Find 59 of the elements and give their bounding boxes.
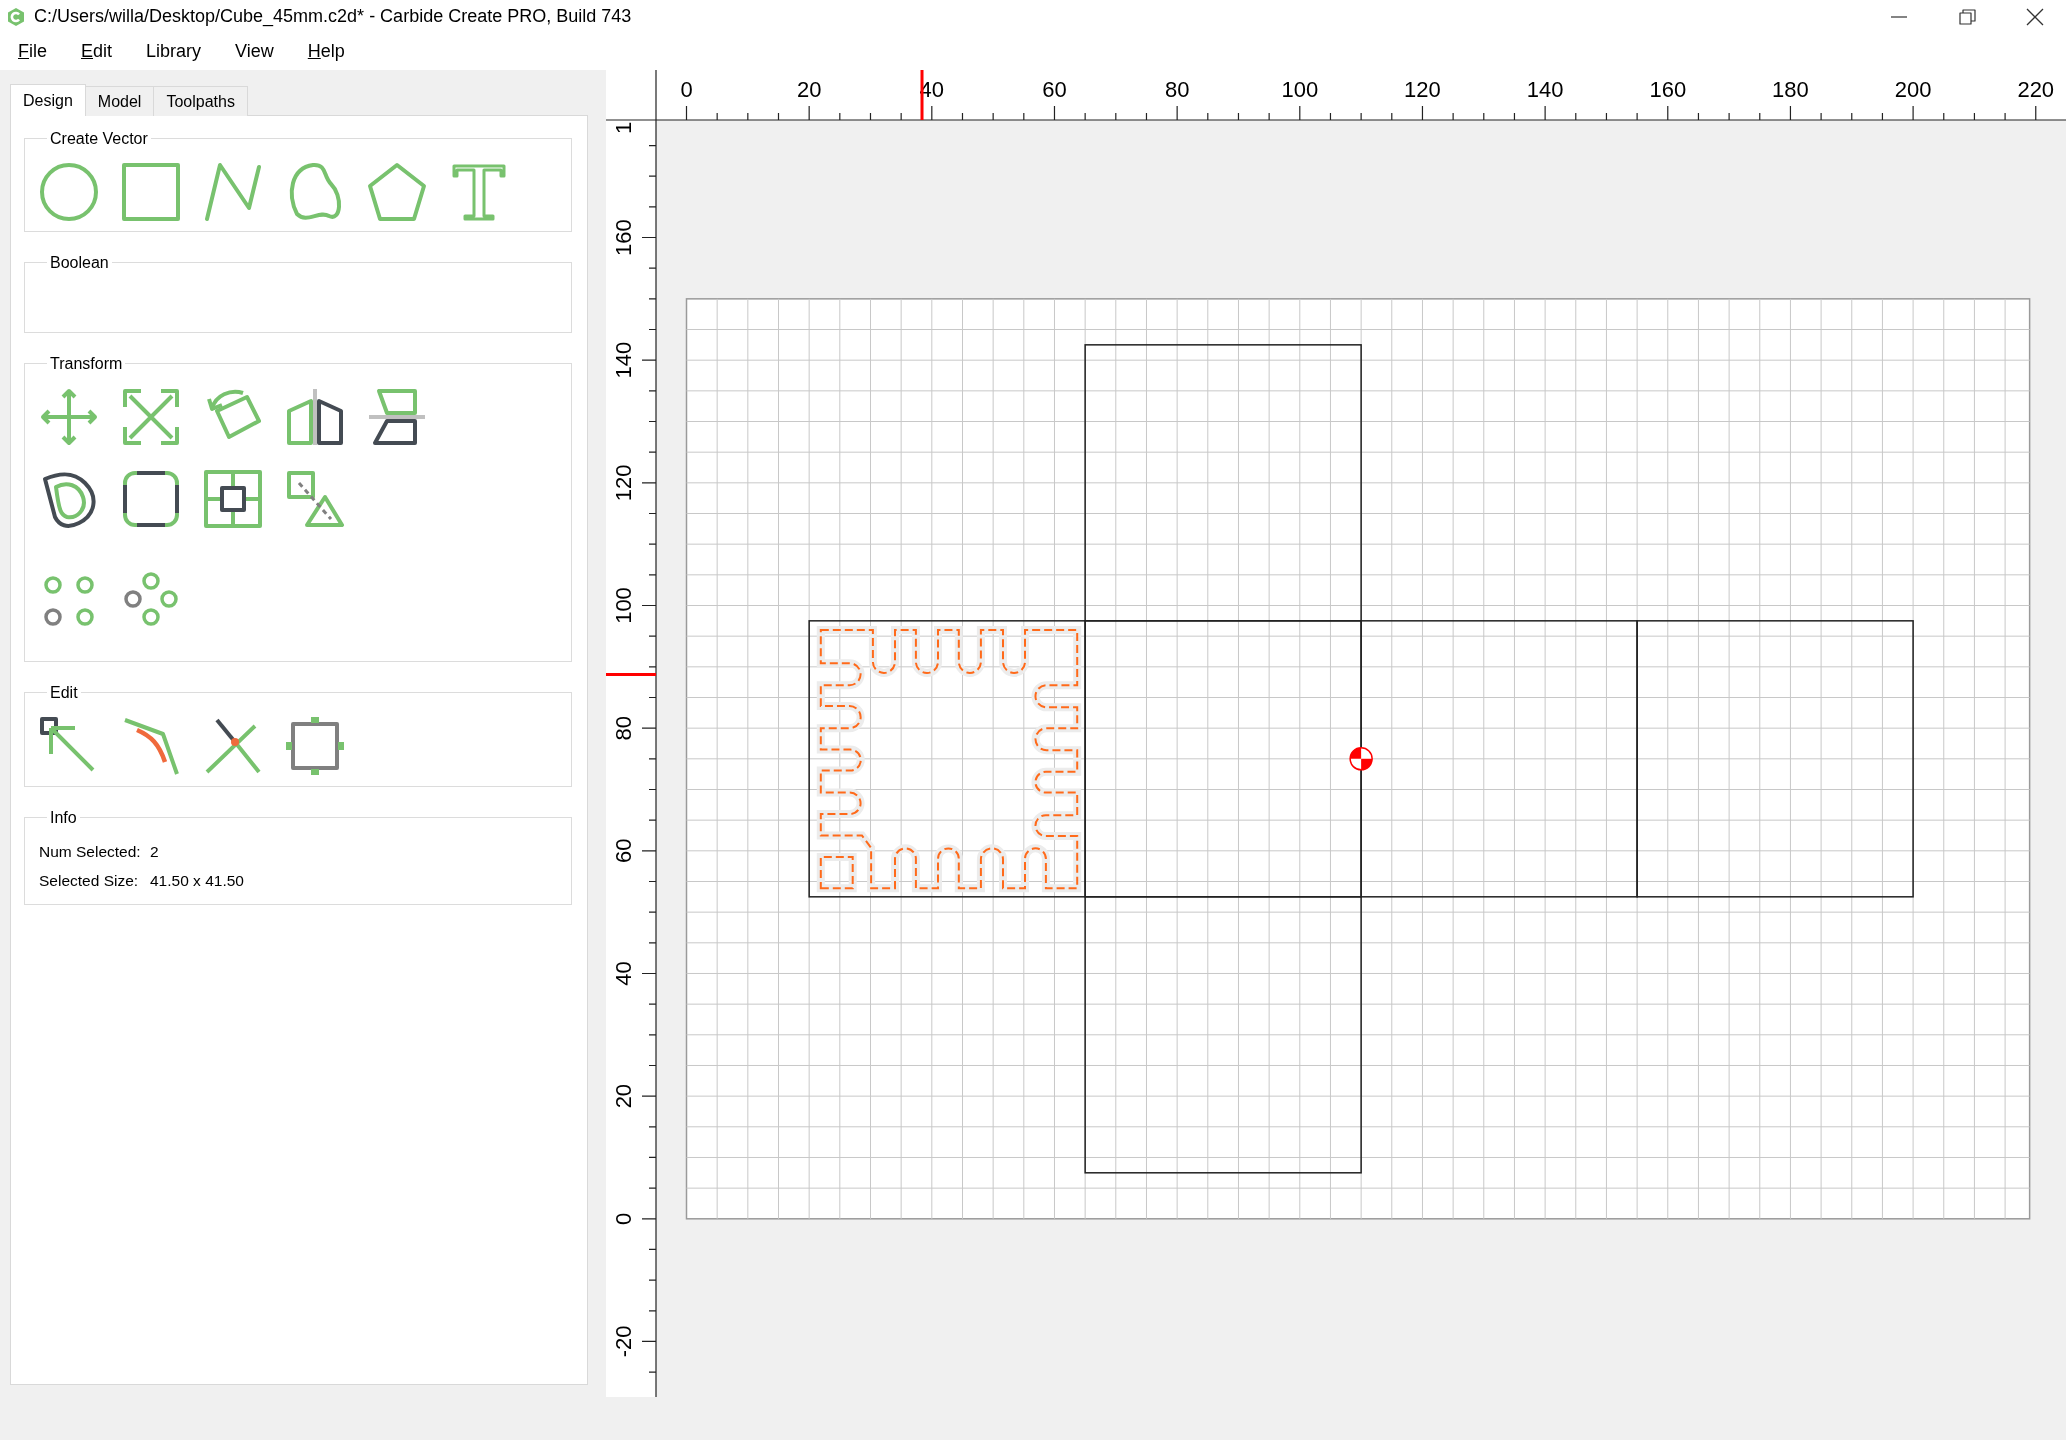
group-title: Edit bbox=[49, 684, 79, 702]
mirror-icon[interactable] bbox=[285, 386, 345, 447]
ruler-label: -20 bbox=[611, 1325, 636, 1358]
ruler-label: 80 bbox=[611, 715, 636, 741]
scale-icon[interactable] bbox=[121, 386, 181, 447]
group-title: Create Vector bbox=[49, 130, 149, 148]
group-title: Transform bbox=[49, 355, 124, 373]
origin-marker-icon bbox=[1349, 747, 1373, 771]
ruler-label: 0 bbox=[680, 77, 693, 102]
ruler-label: 100 bbox=[611, 587, 636, 624]
ruler-label: 200 bbox=[1894, 77, 1932, 102]
align-center-icon[interactable] bbox=[203, 468, 263, 529]
info-value: 41.50 x 41.50 bbox=[150, 870, 244, 891]
panel-tab[interactable]: Toolpaths bbox=[153, 86, 248, 116]
menu-item[interactable]: Library bbox=[144, 40, 204, 63]
square-triangle-icon[interactable] bbox=[285, 468, 345, 529]
ruler-label: 20 bbox=[611, 1083, 636, 1109]
ruler-label: 100 bbox=[1281, 77, 1319, 102]
move-icon[interactable] bbox=[39, 386, 99, 447]
ruler-label: 60 bbox=[1042, 77, 1067, 102]
ruler-label: 140 bbox=[611, 341, 636, 379]
ruler-label: 60 bbox=[611, 838, 636, 864]
app-logo-icon bbox=[6, 6, 26, 27]
flip-icon[interactable] bbox=[367, 386, 427, 447]
pentagon-icon[interactable] bbox=[367, 161, 427, 222]
restore-icon bbox=[1958, 8, 1976, 25]
cursor-marker bbox=[606, 673, 656, 676]
menu-item[interactable]: Edit bbox=[79, 40, 115, 63]
square-icon[interactable] bbox=[121, 161, 181, 222]
panel-tab[interactable]: Model bbox=[84, 86, 155, 116]
ruler-label: 160 bbox=[1649, 77, 1687, 102]
polyline-icon[interactable] bbox=[203, 161, 263, 222]
menu-item[interactable]: Help bbox=[305, 40, 347, 63]
group-title: Boolean bbox=[49, 254, 110, 272]
ruler-label: 1 bbox=[611, 121, 636, 134]
ruler-label: 220 bbox=[2017, 77, 2055, 102]
rounded-square-icon[interactable] bbox=[121, 468, 181, 529]
ruler-label: 0 bbox=[611, 1212, 636, 1225]
ruler-label: 160 bbox=[611, 219, 636, 256]
ruler-label: 20 bbox=[796, 77, 822, 102]
ruler-label: 80 bbox=[1164, 77, 1190, 102]
square-handles-icon[interactable] bbox=[285, 715, 345, 776]
ruler-label: 180 bbox=[1772, 77, 1809, 102]
menu-item[interactable]: File bbox=[16, 40, 49, 63]
ruler-label: 120 bbox=[611, 464, 636, 502]
info-label: Selected Size: bbox=[39, 870, 140, 891]
ruler-label: 40 bbox=[611, 961, 636, 986]
info-value: 2 bbox=[150, 841, 159, 862]
window-title: C:/Users/willa/Desktop/Cube_45mm.c2d* - Carbide Create PRO, Build 743 bbox=[34, 5, 632, 29]
curve-icon[interactable] bbox=[121, 715, 181, 776]
minimize-icon bbox=[1891, 15, 1907, 18]
menu-item[interactable]: View bbox=[233, 40, 276, 63]
info-label: Num Selected: bbox=[39, 841, 142, 862]
ruler-label: 140 bbox=[1526, 77, 1564, 102]
circle-icon[interactable] bbox=[39, 161, 99, 222]
panel-tab[interactable]: Design bbox=[10, 84, 86, 116]
group-title: Info bbox=[49, 809, 78, 827]
ruler-label: 120 bbox=[1404, 77, 1441, 102]
close-icon bbox=[2026, 7, 2044, 26]
